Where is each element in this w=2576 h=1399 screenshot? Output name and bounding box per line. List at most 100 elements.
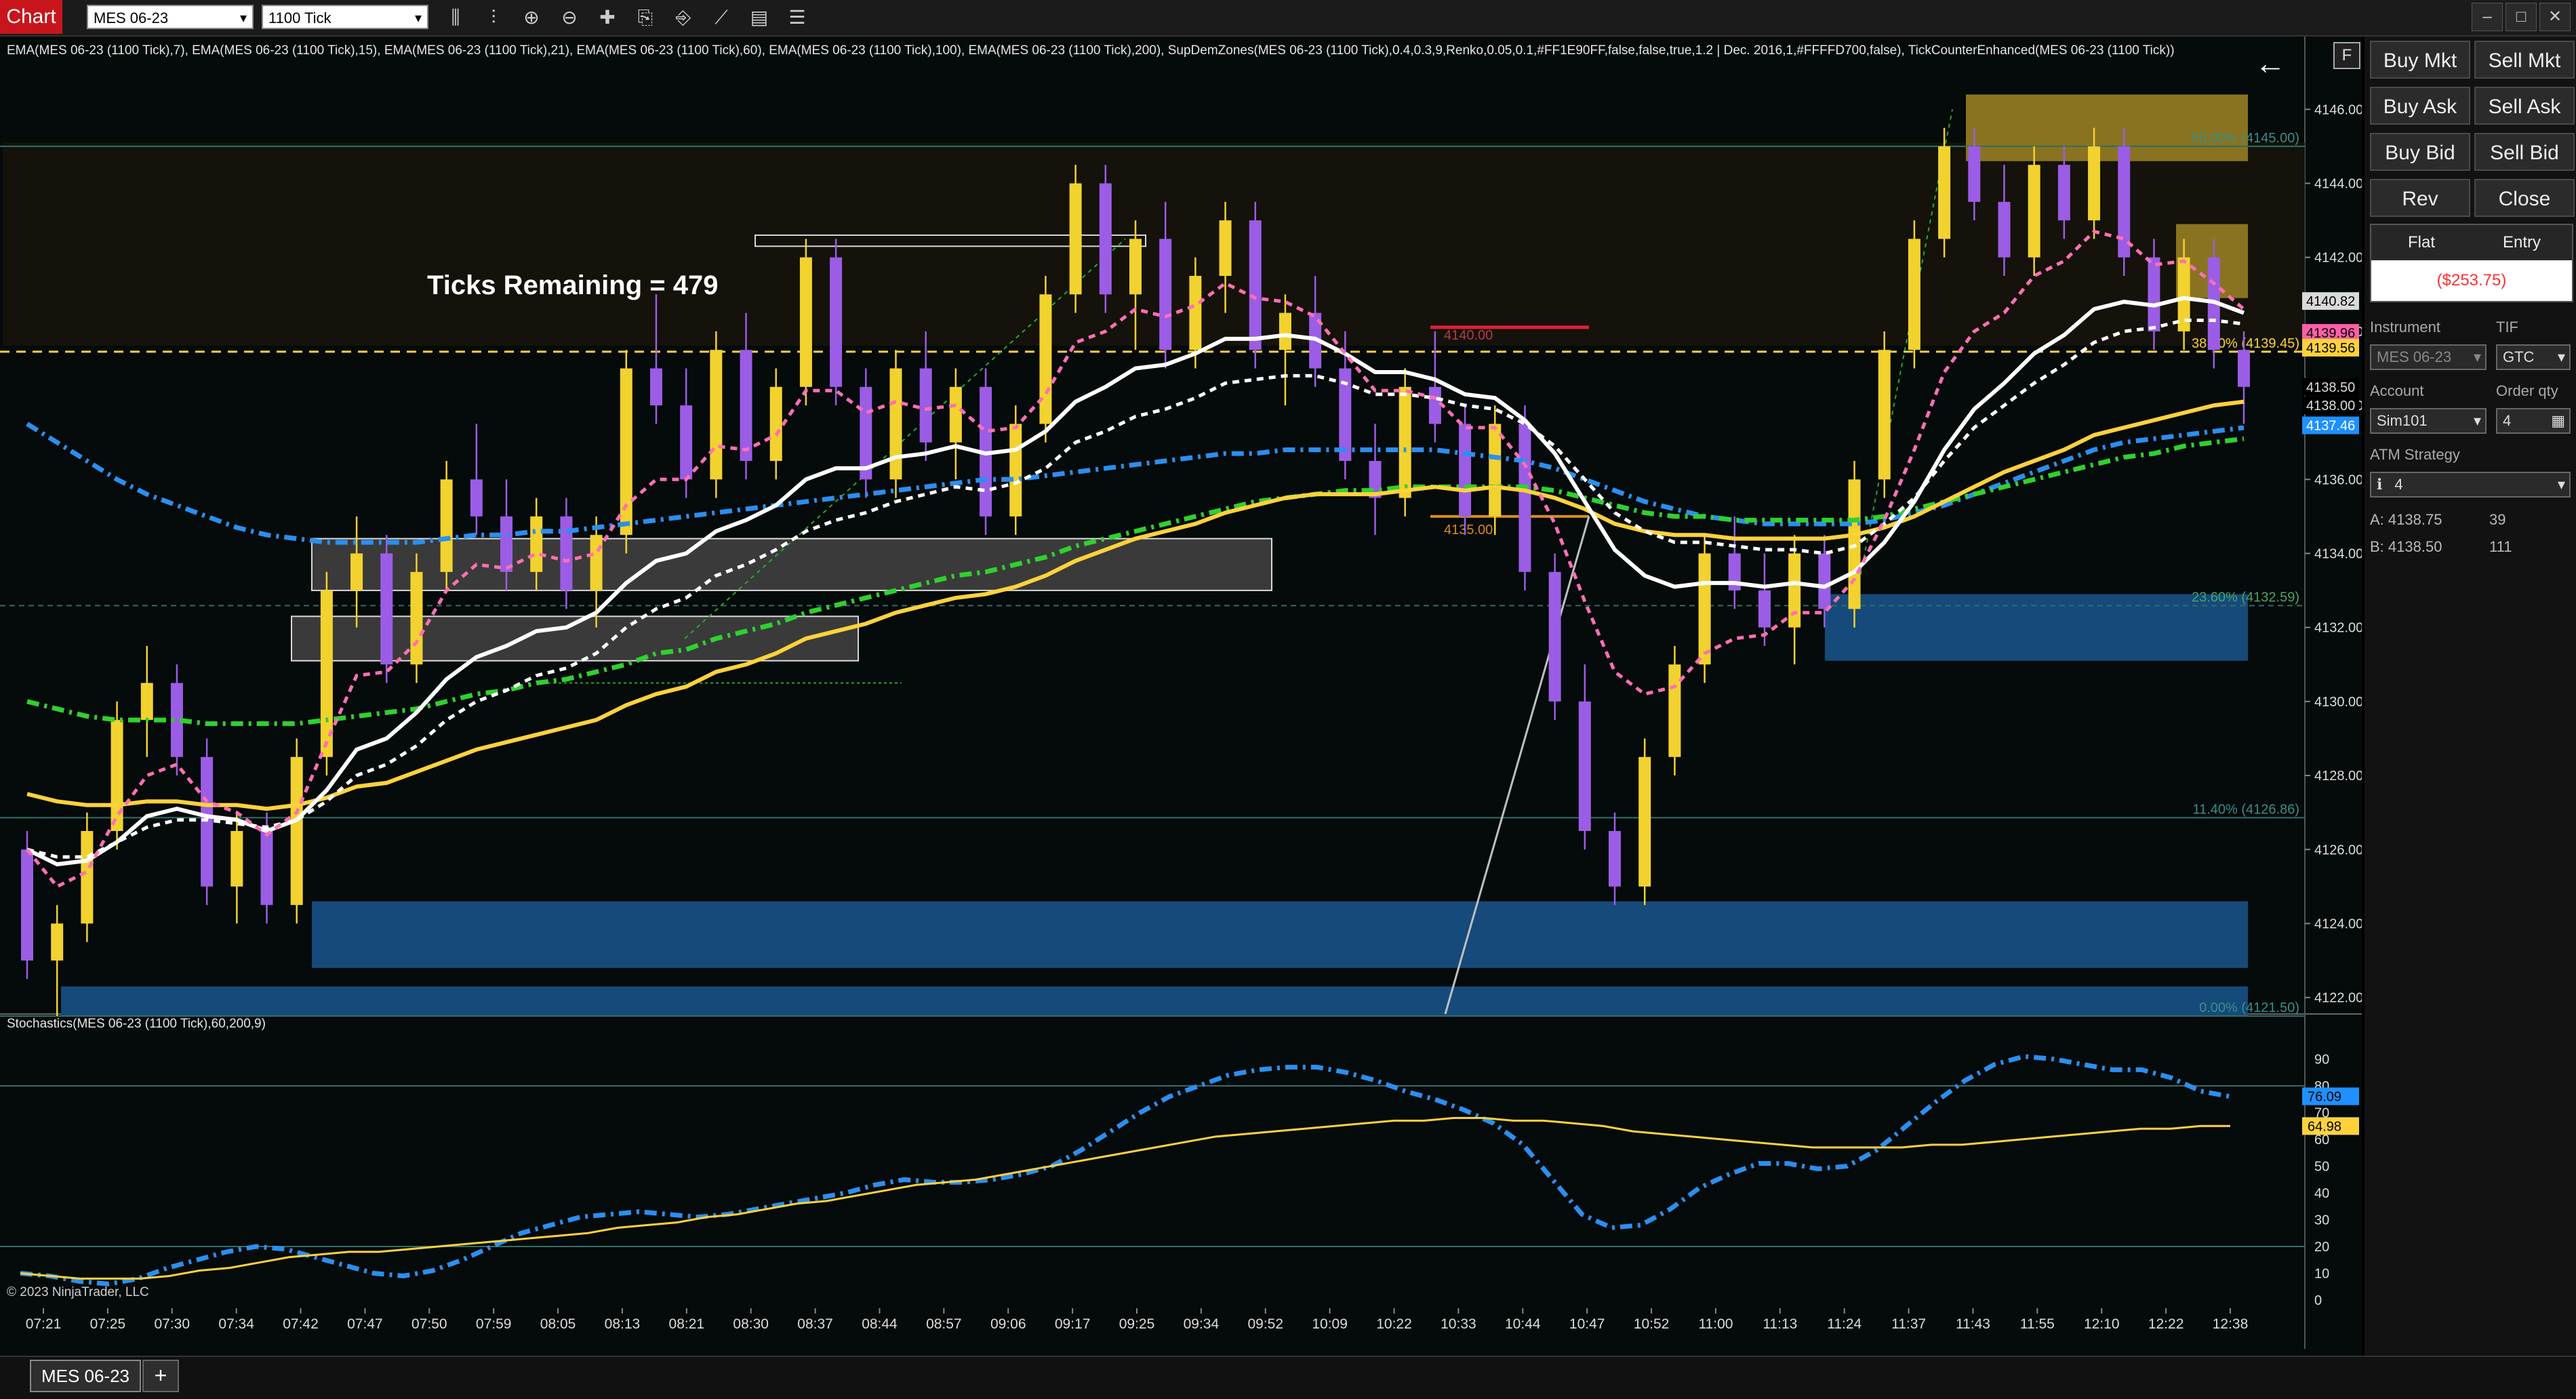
chevron-down-icon: ▾	[239, 11, 247, 26]
candle-body	[51, 923, 64, 961]
time-axis-label: 11:24	[1827, 1316, 1861, 1332]
fib-label: 50.00% (4145.00)	[2192, 131, 2299, 146]
stoch-tag-label: 64.98	[2308, 1119, 2341, 1134]
close-button[interactable]: Close	[2474, 179, 2575, 217]
stepper-grid-icon[interactable]: ▦	[2551, 409, 2565, 432]
sell-bid-button[interactable]: Sell Bid	[2474, 133, 2575, 171]
chart-window-label: Chart	[0, 0, 62, 34]
sell-mkt-button[interactable]: Sell Mkt	[2474, 41, 2575, 79]
time-axis-label: 07:47	[347, 1316, 383, 1332]
fib-label: 23.60% (4132.59)	[2192, 590, 2299, 605]
buy-mkt-button[interactable]: Buy Mkt	[2370, 41, 2470, 79]
data-box-icon[interactable]: ▤	[746, 4, 773, 31]
time-axis-label: 08:05	[540, 1316, 576, 1332]
instrument-field[interactable]: MES 06-23 ▾	[2370, 344, 2487, 370]
tab-mes-06-23[interactable]: MES 06-23	[30, 1360, 141, 1392]
price-chart[interactable]: 50.00% (4145.00)38.20% (4139.45)23.60% (…	[0, 37, 2362, 1356]
candle-body	[1998, 201, 2011, 258]
tif-label: TIF	[2496, 319, 2518, 336]
ticks-remaining-label: Ticks Remaining = 479	[427, 270, 718, 300]
close-window-button[interactable]: ✕	[2539, 3, 2571, 31]
time-axis-label: 12:38	[2213, 1316, 2249, 1332]
candle-body	[1878, 350, 1891, 480]
candle-body	[380, 553, 393, 665]
candle-body	[1908, 239, 1920, 350]
position-label: Flat	[2407, 233, 2435, 251]
stoch-axis-label: 30	[2314, 1213, 2329, 1228]
candle-body	[470, 479, 483, 516]
price-axis-label: 4130.00	[2314, 695, 2362, 710]
bar-type-icon[interactable]: ⫼	[442, 4, 469, 31]
time-axis-label: 08:30	[733, 1316, 769, 1332]
chart-trader-toggle-icon[interactable]: F	[2333, 42, 2360, 69]
minimize-button[interactable]: –	[2472, 3, 2503, 31]
sell-ask-button[interactable]: Sell Ask	[2474, 87, 2575, 125]
candle-body	[1668, 664, 1681, 757]
buy-ask-button[interactable]: Buy Ask	[2370, 87, 2470, 125]
buy-bid-button[interactable]: Buy Bid	[2370, 133, 2470, 171]
rev-button[interactable]: Rev	[2370, 179, 2470, 217]
time-axis-label: 09:06	[990, 1316, 1026, 1332]
candle-body	[2028, 165, 2040, 258]
price-axis-label: 4126.00	[2314, 843, 2362, 857]
maximize-button[interactable]: □	[2505, 3, 2537, 31]
price-axis-label: 4132.00	[2314, 621, 2362, 636]
account-label: Account	[2370, 382, 2424, 399]
tif-select[interactable]: GTC ▾	[2496, 344, 2571, 370]
price-tag-label: 4139.56	[2306, 341, 2355, 356]
candle-body	[1428, 386, 1441, 424]
list-icon[interactable]: ☰	[784, 4, 811, 31]
time-axis-label: 08:57	[926, 1316, 962, 1332]
candle-body	[1189, 276, 1202, 350]
account-select[interactable]: Sim101 ▾	[2370, 408, 2487, 434]
atm-strategy-select[interactable]: ℹ 4 ▾	[2370, 472, 2571, 498]
candle-body	[889, 368, 902, 480]
time-axis-label: 11:00	[1698, 1316, 1733, 1332]
time-axis-label: 08:21	[669, 1316, 705, 1332]
chevron-down-icon: ▾	[2473, 412, 2481, 429]
candle-body	[440, 479, 453, 572]
instrument-selector[interactable]: MES 06-23 ▾	[87, 5, 254, 29]
interval-selector[interactable]: 1100 Tick ▾	[262, 5, 428, 29]
stoch-axis-label: 20	[2314, 1240, 2329, 1255]
time-axis-label: 08:13	[605, 1316, 641, 1332]
price-axis-label: 4124.00	[2314, 917, 2362, 932]
instrument-label: Instrument	[2370, 319, 2440, 336]
order-qty-label: Order qty	[2496, 382, 2558, 399]
stoch-axis-label: 90	[2314, 1053, 2329, 1068]
zoom-in-icon[interactable]: ⊕	[518, 4, 545, 31]
price-axis-label: 4134.00	[2314, 547, 2362, 562]
candle-body	[1758, 590, 1771, 628]
candle-body	[350, 553, 363, 591]
candle-body	[410, 571, 423, 665]
ema-200-line	[26, 422, 2245, 545]
crosshair-icon[interactable]: ✚	[594, 4, 621, 31]
back-arrow-icon[interactable]: ←	[2255, 45, 2286, 81]
unrealized-pnl: ($253.75)	[2436, 271, 2507, 289]
time-axis-label: 07:42	[283, 1316, 319, 1332]
price-axis-label: 4128.00	[2314, 769, 2362, 784]
candle-body	[2088, 146, 2101, 221]
time-axis-label: 07:21	[26, 1316, 62, 1332]
order-qty-value: 4	[2503, 412, 2512, 429]
time-axis-label: 09:52	[1247, 1316, 1283, 1332]
order-qty-stepper[interactable]: 4 ▦	[2496, 408, 2571, 434]
candle-body	[1638, 756, 1651, 887]
time-axis-label: 08:37	[797, 1316, 833, 1332]
properties-icon[interactable]: ⎘	[632, 4, 659, 31]
time-axis-label: 11:55	[2020, 1316, 2055, 1332]
indicator-header: EMA(MES 06-23 (1100 Tick),7), EMA(MES 06…	[7, 43, 2175, 58]
candle-body	[1578, 701, 1591, 831]
atm-strategy-label: ATM Strategy	[2370, 446, 2460, 463]
strategies-icon[interactable]: ⎆	[670, 4, 697, 31]
candle-body	[649, 368, 662, 406]
candle-body	[2148, 257, 2160, 331]
add-tab-button[interactable]: +	[142, 1360, 179, 1392]
stoch-d-line	[20, 1116, 2230, 1280]
tab-bar	[0, 1356, 2576, 1399]
drawing-tools-icon[interactable]: ⟋	[708, 4, 735, 31]
chart-panel[interactable]: 50.00% (4145.00) 38.20% (4139.45) 23.60% (…	[0, 37, 2362, 1356]
indicators-icon[interactable]: ⫶	[480, 4, 507, 31]
candle-body	[769, 386, 782, 461]
zoom-out-icon[interactable]: ⊖	[556, 4, 583, 31]
